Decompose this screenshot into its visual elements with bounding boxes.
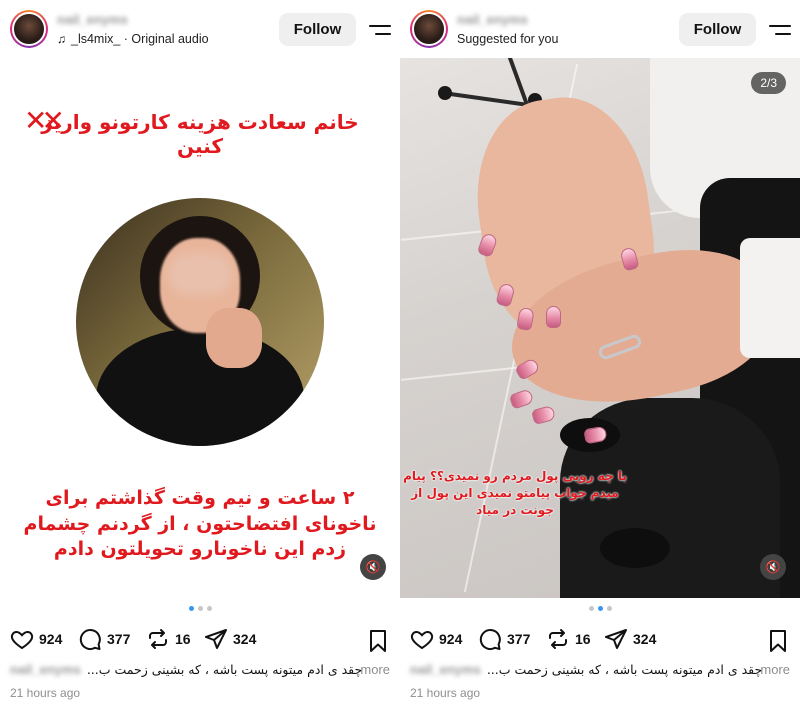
carousel-dot	[606, 606, 612, 611]
share-button[interactable]: 324	[604, 625, 656, 653]
caption-username[interactable]: nail_enyms	[410, 662, 481, 677]
share-icon	[605, 629, 627, 649]
caption[interactable]: nail_enyms چقد ی ادم میتونه پست باشه ، که…	[410, 662, 792, 677]
caption-text: چقد ی ادم میتونه پست باشه ، که بشینی زحم…	[486, 662, 763, 677]
muted-speaker-icon[interactable]: 🔇	[760, 554, 786, 580]
reel-post-right: nail_enyms Suggested for you Follow 2/3 …	[400, 0, 800, 717]
blurred-face	[168, 253, 232, 295]
like-button[interactable]: 924	[410, 625, 462, 653]
carousel-dot	[597, 606, 603, 611]
comment-button[interactable]: 377	[78, 625, 130, 653]
muted-speaker-icon[interactable]: 🔇	[360, 554, 386, 580]
repost-count: 16	[575, 631, 591, 647]
share-count: 324	[233, 631, 257, 647]
repost-button[interactable]: 16	[146, 625, 191, 653]
music-note-icon: ♫	[57, 32, 66, 46]
heart-icon	[410, 630, 434, 650]
comment-icon	[479, 629, 501, 651]
save-button[interactable]	[766, 627, 790, 655]
caption-username[interactable]: nail_enyms	[10, 662, 81, 677]
suggested-label: Suggested for you	[457, 32, 559, 46]
follow-button[interactable]: Follow	[279, 13, 356, 46]
carousel-dot	[588, 606, 594, 611]
reel-post-left: nail_enyms ♫ _ls4mix_ · Original audio Fo…	[0, 0, 400, 717]
menu-icon[interactable]	[769, 22, 791, 38]
portrait-photo	[76, 198, 324, 446]
post-media[interactable]: ✕✕ خانم سعادت هزینه کارتونو واریز کنین ۲…	[0, 58, 400, 598]
caption[interactable]: nail_enyms چقد ی ادم میتونه پست باشه ، که…	[10, 662, 392, 677]
post-timestamp: 21 hours ago	[10, 686, 81, 700]
action-bar: 924 377 16 324	[410, 625, 790, 653]
more-link[interactable]: more	[760, 662, 790, 677]
username[interactable]: nail_enyms	[57, 12, 128, 27]
post-header: nail_enyms Suggested for you Follow	[400, 0, 800, 58]
share-button[interactable]: 324	[204, 625, 256, 653]
repost-button[interactable]: 16	[546, 625, 591, 653]
photo-overlay-text: با چه رویی پول مردم رو نمیدی؟؟ پیام میدم…	[403, 469, 627, 517]
caption-text: چقد ی ادم میتونه پست باشه ، که بشینی زحم…	[86, 662, 363, 677]
share-count: 324	[633, 631, 657, 647]
carousel-dot	[206, 606, 212, 611]
carousel-dot	[197, 606, 203, 611]
post-timestamp: 21 hours ago	[410, 686, 481, 700]
repost-icon	[149, 629, 167, 649]
comment-count: 377	[107, 631, 131, 647]
action-bar: 924 377 16 324	[10, 625, 390, 653]
carousel-dots	[0, 606, 400, 611]
repost-icon	[549, 629, 567, 649]
image-body-text: ۲ ساعت و نیم وقت گذاشتم برای ناخونای افت…	[23, 487, 377, 561]
post-media[interactable]: 2/3 با چه رویی پول مردم رو نمیدی؟؟ پیام …	[400, 58, 800, 598]
menu-icon[interactable]	[369, 22, 391, 38]
like-count: 924	[439, 631, 463, 647]
comment-button[interactable]: 377	[478, 625, 530, 653]
bookmark-icon	[770, 630, 786, 652]
avatar[interactable]	[410, 10, 448, 48]
more-link[interactable]: more	[360, 662, 390, 677]
carousel-dot	[188, 606, 194, 611]
like-button[interactable]: 924	[10, 625, 62, 653]
heart-icon	[10, 630, 34, 650]
audio-line[interactable]: ♫ _ls4mix_ · Original audio	[57, 32, 209, 46]
bookmark-icon	[370, 630, 386, 652]
repost-count: 16	[175, 631, 191, 647]
carousel-dots	[400, 606, 800, 611]
image-title-text: خانم سعادت هزینه کارتونو واریز کنین	[41, 110, 359, 158]
avatar-image	[12, 12, 46, 46]
avatar[interactable]	[10, 10, 48, 48]
username[interactable]: nail_enyms	[457, 12, 528, 27]
follow-button[interactable]: Follow	[679, 13, 756, 46]
comment-icon	[79, 629, 101, 651]
share-icon	[205, 629, 227, 649]
post-header: nail_enyms ♫ _ls4mix_ · Original audio Fo…	[0, 0, 400, 58]
comment-count: 377	[507, 631, 531, 647]
like-count: 924	[39, 631, 63, 647]
carousel-counter: 2/3	[751, 72, 786, 94]
avatar-image	[412, 12, 446, 46]
audio-label: _ls4mix_ · Original audio	[71, 32, 209, 46]
save-button[interactable]	[366, 627, 390, 655]
